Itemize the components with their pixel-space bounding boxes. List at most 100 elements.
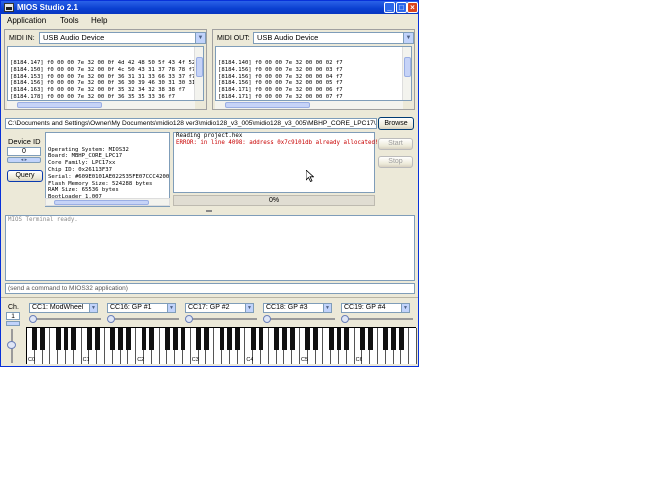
scroll-thumb[interactable] bbox=[196, 57, 203, 77]
piano-black-key[interactable] bbox=[32, 328, 38, 350]
piano-black-key[interactable] bbox=[219, 328, 225, 350]
cc-slider-thumb[interactable] bbox=[107, 315, 115, 323]
cc-slider-thumb[interactable] bbox=[185, 315, 193, 323]
piano-black-key[interactable] bbox=[235, 328, 240, 350]
chevron-down-icon[interactable]: ▼ bbox=[401, 304, 409, 312]
menu-tools[interactable]: Tools bbox=[60, 15, 79, 26]
chevron-down-icon[interactable]: ▼ bbox=[403, 33, 413, 43]
piano-black-key[interactable] bbox=[180, 328, 186, 350]
cc-select-1[interactable]: CC1: ModWheel ▼ bbox=[29, 303, 98, 313]
piano-black-key[interactable] bbox=[367, 328, 373, 350]
midi-out-log-line: [8184.156] f0 00 00 7e 32 00 00 03 f7 bbox=[218, 66, 343, 73]
cc-slider-thumb[interactable] bbox=[263, 315, 271, 323]
piano-black-key[interactable] bbox=[227, 328, 233, 350]
midi-in-log: [8184.147] f0 00 00 7e 32 00 0f 4d 42 48… bbox=[7, 46, 204, 101]
cc-slider-4[interactable] bbox=[267, 318, 335, 320]
cc-slider-2[interactable] bbox=[111, 318, 179, 320]
midi-out-device-select[interactable]: USB Audio Device ▼ bbox=[253, 32, 414, 44]
midi-out-log: [8184.140] f0 00 00 7e 32 00 00 02 f7 [81… bbox=[215, 46, 412, 101]
scroll-thumb[interactable] bbox=[54, 200, 149, 205]
cc-select-2[interactable]: CC16: GP #1 ▼ bbox=[107, 303, 176, 313]
chevron-down-icon[interactable]: ▼ bbox=[195, 33, 205, 43]
scroll-thumb[interactable] bbox=[404, 57, 411, 77]
midi-in-log-lines: [8184.147] f0 00 00 7e 32 00 0f 4d 42 48… bbox=[10, 60, 203, 100]
piano-black-key[interactable] bbox=[63, 328, 69, 350]
cc-slider-thumb[interactable] bbox=[29, 315, 37, 323]
piano-black-key[interactable] bbox=[165, 328, 170, 350]
chevron-down-icon[interactable]: ▼ bbox=[89, 304, 97, 312]
piano-black-key[interactable] bbox=[110, 328, 116, 350]
piano-black-key[interactable] bbox=[126, 328, 131, 350]
midi-in-hscrollbar[interactable] bbox=[7, 101, 195, 109]
piano-black-key[interactable] bbox=[40, 328, 45, 350]
midi-in-vscrollbar[interactable] bbox=[194, 47, 203, 100]
piano-black-key[interactable] bbox=[282, 328, 287, 350]
piano-black-key[interactable] bbox=[383, 328, 389, 350]
midi-out-panel: MIDI OUT: USB Audio Device ▼ [8184.140] … bbox=[212, 29, 415, 110]
cc-slider-thumb[interactable] bbox=[341, 315, 349, 323]
device-id-field[interactable]: 0 bbox=[7, 147, 41, 156]
start-button[interactable]: Start bbox=[378, 138, 413, 150]
cc-select-4[interactable]: CC18: GP #3 ▼ bbox=[263, 303, 332, 313]
midi-out-vscrollbar[interactable] bbox=[402, 47, 411, 100]
piano-black-key[interactable] bbox=[344, 328, 350, 350]
channel-field[interactable]: 1 bbox=[6, 312, 20, 320]
piano-black-key[interactable] bbox=[149, 328, 155, 350]
piano-black-key[interactable] bbox=[55, 328, 61, 350]
piano-black-key[interactable] bbox=[360, 328, 365, 350]
piano-black-key[interactable] bbox=[196, 328, 201, 350]
midi-out-log-lines: [8184.140] f0 00 00 7e 32 00 00 02 f7 [81… bbox=[218, 60, 411, 100]
scroll-thumb[interactable] bbox=[17, 102, 102, 108]
window-title: MIOS Studio 2.1 bbox=[17, 3, 78, 12]
chevron-down-icon[interactable]: ▼ bbox=[323, 304, 331, 312]
piano-black-key[interactable] bbox=[94, 328, 100, 350]
cc-select-5[interactable]: CC19: GP #4 ▼ bbox=[341, 303, 410, 313]
piano-black-key[interactable] bbox=[250, 328, 256, 350]
mios-studio-window: MIOS Studio 2.1 _ □ × Application Tools … bbox=[0, 0, 419, 367]
device-info-hscrollbar[interactable] bbox=[45, 198, 170, 206]
scroll-thumb[interactable] bbox=[225, 102, 310, 108]
terminal-command-input[interactable]: (send a command to MIOS32 application) bbox=[5, 283, 415, 294]
maximize-button[interactable]: □ bbox=[396, 2, 407, 13]
chevron-down-icon[interactable]: ▼ bbox=[167, 304, 175, 312]
menu-help[interactable]: Help bbox=[91, 15, 107, 26]
midi-out-hscrollbar[interactable] bbox=[215, 101, 403, 109]
piano-black-key[interactable] bbox=[328, 328, 334, 350]
upload-log: Reading project.hex ERROR: in line 4098: … bbox=[173, 132, 378, 193]
piano-black-key[interactable] bbox=[87, 328, 92, 350]
piano-black-key[interactable] bbox=[336, 328, 342, 350]
cc-slider-5[interactable] bbox=[345, 318, 413, 320]
query-button[interactable]: Query bbox=[7, 170, 43, 182]
piano-black-key[interactable] bbox=[313, 328, 318, 350]
piano-black-key[interactable] bbox=[399, 328, 404, 350]
piano-black-key[interactable] bbox=[204, 328, 209, 350]
piano-black-key[interactable] bbox=[71, 328, 77, 350]
piano-keyboard[interactable]: C0 C1 C2 C3 C4 C5 C6 bbox=[26, 327, 417, 364]
stop-button[interactable]: Stop bbox=[378, 156, 413, 168]
piano-black-key[interactable] bbox=[141, 328, 147, 350]
piano-white-key[interactable] bbox=[409, 328, 417, 364]
piano-black-key[interactable] bbox=[274, 328, 279, 350]
device-id-spinner[interactable]: ◂ ▸ bbox=[7, 157, 41, 163]
splitter-handle[interactable] bbox=[206, 210, 212, 212]
close-button[interactable]: × bbox=[407, 2, 418, 13]
cc-select-3[interactable]: CC17: GP #2 ▼ bbox=[185, 303, 254, 313]
piano-black-key[interactable] bbox=[118, 328, 123, 350]
midi-in-device-select[interactable]: USB Audio Device ▼ bbox=[39, 32, 206, 44]
cc-select-value: CC1: ModWheel bbox=[32, 304, 84, 311]
piano-black-key[interactable] bbox=[391, 328, 396, 350]
cc-slider-1[interactable] bbox=[33, 318, 101, 320]
pitch-bend-slider-thumb[interactable] bbox=[7, 341, 16, 349]
cc-slider-3[interactable] bbox=[189, 318, 257, 320]
piano-black-key[interactable] bbox=[172, 328, 178, 350]
chevron-down-icon[interactable]: ▼ bbox=[245, 304, 253, 312]
browse-button[interactable]: Browse bbox=[378, 117, 414, 130]
menu-application[interactable]: Application bbox=[7, 15, 46, 26]
minimize-button[interactable]: _ bbox=[384, 2, 395, 13]
title-bar[interactable]: MIOS Studio 2.1 _ □ × bbox=[1, 1, 418, 14]
channel-spinner[interactable] bbox=[6, 321, 20, 326]
piano-black-key[interactable] bbox=[305, 328, 311, 350]
piano-black-key[interactable] bbox=[289, 328, 295, 350]
piano-black-key[interactable] bbox=[258, 328, 264, 350]
hex-file-path-field[interactable]: C:\Documents and Settings\Owner\My Docum… bbox=[5, 118, 377, 129]
